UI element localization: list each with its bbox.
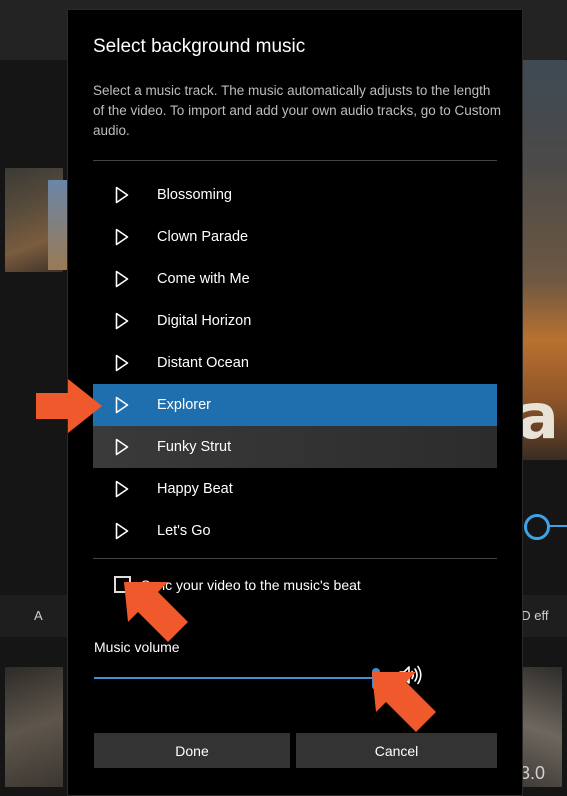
background-label: 3.0 [520,763,546,783]
track-item[interactable]: Happy Beat [93,468,497,510]
cancel-button[interactable]: Cancel [296,733,497,768]
slider-track [94,677,377,679]
track-item[interactable]: Explorer [93,384,497,426]
track-name: Happy Beat [157,481,233,497]
track-name: Blossoming [157,187,232,203]
divider [93,160,497,161]
preview-text: a [517,380,559,453]
annotation-arrow-icon [124,582,188,642]
track-item[interactable]: Digital Horizon [93,300,497,342]
annotation-arrow-icon [36,379,102,433]
play-icon[interactable] [115,480,129,498]
play-icon[interactable] [115,522,129,540]
track-name: Explorer [157,397,211,413]
track-name: Digital Horizon [157,313,252,329]
background-thumbnail [5,667,63,787]
timeline-line [547,525,567,527]
track-name: Distant Ocean [157,355,249,371]
timeline-scrubber [524,514,550,540]
play-icon[interactable] [115,354,129,372]
track-item[interactable]: Blossoming [93,174,497,216]
background-label: A [34,608,43,623]
track-item[interactable]: Funky Strut [93,426,497,468]
background-music-dialog: Select background music Select a music t… [68,10,522,795]
track-item[interactable]: Let's Go [93,510,497,552]
play-icon[interactable] [115,186,129,204]
annotation-arrow-icon [372,672,436,732]
track-name: Clown Parade [157,229,249,245]
done-button[interactable]: Done [94,733,290,768]
divider [93,558,497,559]
play-icon[interactable] [115,270,129,288]
play-icon[interactable] [115,312,129,330]
track-name: Let's Go [157,523,211,539]
dialog-title: Select background music [93,36,306,57]
background-thumbnail [48,180,68,270]
play-icon[interactable] [115,228,129,246]
track-name: Funky Strut [157,439,232,455]
music-volume-slider[interactable] [94,668,381,690]
play-icon[interactable] [115,438,129,456]
track-item[interactable]: Come with Me [93,258,497,300]
play-icon[interactable] [115,396,129,414]
dialog-description: Select a music track. The music automati… [93,83,501,138]
track-list: Blossoming Clown Parade Come with Me Digita… [93,174,497,552]
track-item[interactable]: Clown Parade [93,216,497,258]
track-item[interactable]: Distant Ocean [93,342,497,384]
track-name: Come with Me [157,271,250,287]
